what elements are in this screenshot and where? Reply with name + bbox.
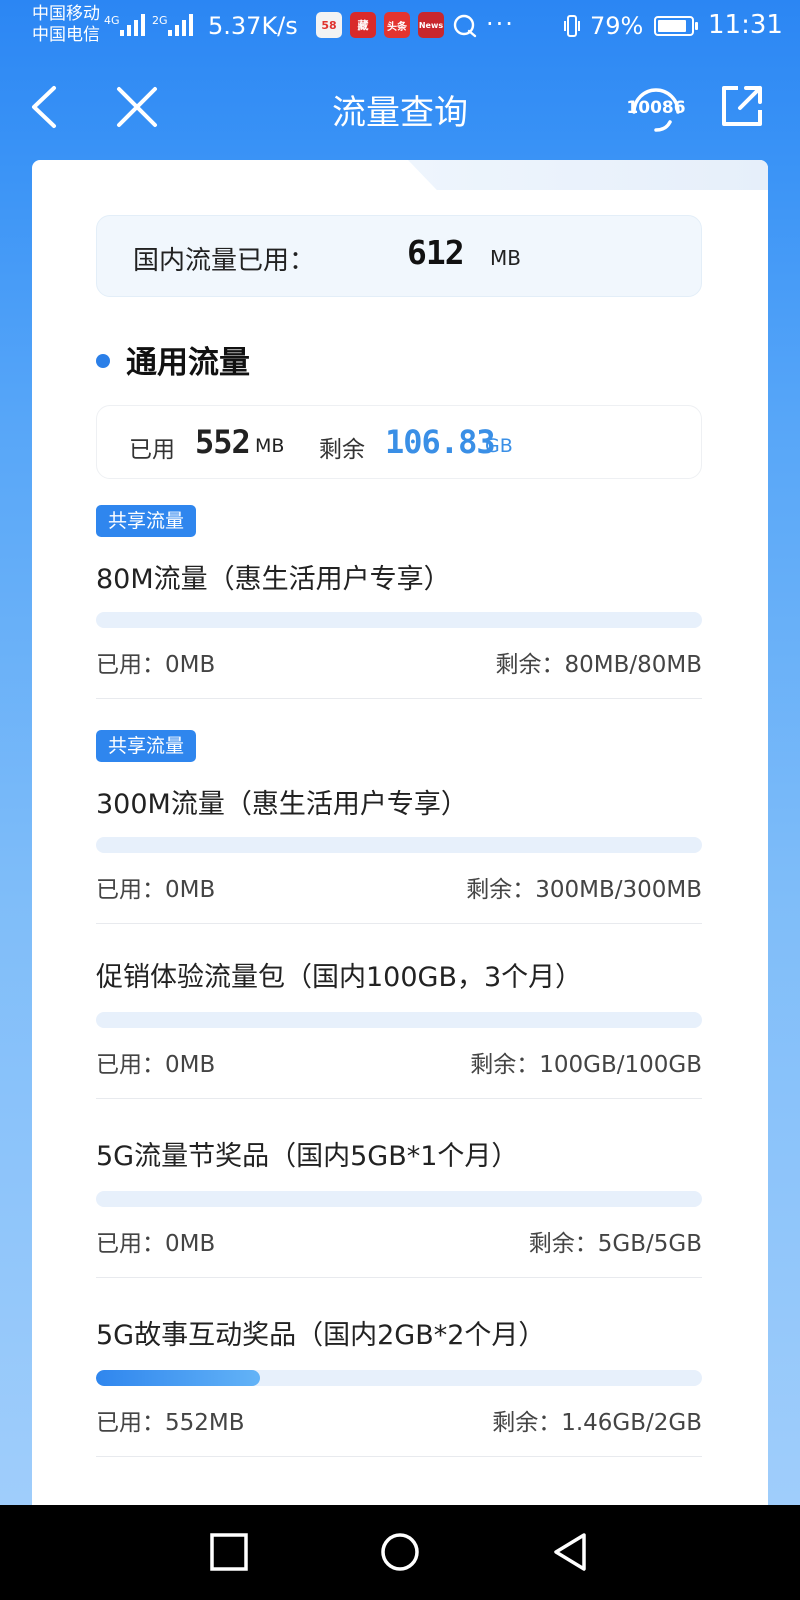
carrier-1: 中国移动 [32,4,100,24]
clock: 11:31 [708,10,783,40]
carrier-2: 中国电信 [32,25,100,45]
domestic-usage-label: 国内流量已用： [133,246,316,276]
card-tab-decoration [408,160,768,190]
service-number: 10086 [626,98,686,118]
used-label: 已用 [129,437,175,463]
package-remaining: 剩余：1.46GB/2GB [492,1410,702,1436]
package-remaining: 剩余：300MB/300MB [466,877,702,903]
package-used: 已用：552MB [96,1410,245,1436]
system-nav-bar [0,1505,800,1600]
domestic-usage-unit: MB [490,246,521,270]
package-remaining: 剩余：5GB/5GB [528,1231,702,1257]
signal-bars-2-icon [168,14,193,36]
share-icon[interactable] [716,82,766,132]
divider [96,923,702,924]
app-cang-icon: 藏 [350,12,376,38]
battery-icon [654,16,698,36]
network-type-2: 2G [152,14,168,27]
package-used: 已用：0MB [96,877,216,903]
package-item: 5G流量节奖品（国内5GB*1个月） 已用：0MB 剩余：5GB/5GB [96,1134,702,1284]
home-icon[interactable] [377,1529,423,1575]
package-used: 已用：0MB [96,1052,216,1078]
used-unit: MB [255,435,285,457]
remaining-value: 106.83 [385,423,496,461]
package-name: 促销体验流量包（国内100GB，3个月） [96,962,583,993]
signal-bars-1-icon [120,14,145,36]
divider [96,1456,702,1457]
screen: 中国移动 中国电信 4G 2G 5.37K/s 58 藏 头条 News ···… [0,0,800,1600]
status-bar: 中国移动 中国电信 4G 2G 5.37K/s 58 藏 头条 News ···… [0,0,800,56]
section-dot [96,354,110,368]
app-news-icon: News [418,12,444,38]
package-item: 5G故事互动奖品（国内2GB*2个月） 已用：552MB 剩余：1.46GB/2… [96,1313,702,1463]
section-title: 通用流量 [126,345,250,381]
package-remaining: 剩余：80MB/80MB [495,652,702,678]
package-used: 已用：0MB [96,1231,216,1257]
network-type-1: 4G [104,14,120,27]
package-used: 已用：0MB [96,652,216,678]
app-58-icon: 58 [316,12,342,38]
package-name: 5G故事互动奖品（国内2GB*2个月） [96,1320,546,1351]
nav-bar: 流量查询 10086 [0,60,800,156]
data-usage-card: 国内流量已用： 612 MB 通用流量 已用 552 MB 剩余 106.83 … [32,160,768,1505]
vibrate-icon [564,15,580,37]
usage-progress-track [96,1191,702,1207]
chat-bubble-icon [453,14,477,38]
carrier-names: 中国移动 中国电信 [32,4,100,46]
package-name: 300M流量（惠生活用户专享） [96,789,468,820]
divider [96,698,702,699]
general-summary-box: 已用 552 MB 剩余 106.83 GB [96,405,702,479]
package-item: 促销体验流量包（国内100GB，3个月） 已用：0MB 剩余：100GB/100… [96,955,702,1105]
battery-percent: 79% [590,12,644,40]
domestic-usage-value: 612 [407,233,465,272]
usage-progress-track [96,1370,702,1386]
recent-apps-icon[interactable] [206,1529,252,1575]
app-toutiao-icon: 头条 [384,12,410,38]
remaining-label: 剩余 [319,437,365,463]
shared-badge: 共享流量 [96,730,197,762]
divider [96,1098,702,1099]
package-item: 共享流量 80M流量（惠生活用户专享） 已用：0MB 剩余：80MB/80MB [96,505,702,701]
usage-progress-track [96,612,702,628]
domestic-usage-box: 国内流量已用： 612 MB [96,215,702,297]
package-name: 5G流量节奖品（国内5GB*1个月） [96,1141,519,1172]
usage-progress-track [96,837,702,853]
remaining-unit: GB [485,435,513,457]
network-speed: 5.37K/s [208,12,298,40]
package-remaining: 剩余：100GB/100GB [470,1052,702,1078]
package-name: 80M流量（惠生活用户专享） [96,564,451,595]
divider [96,1277,702,1278]
used-value: 552 [195,423,251,461]
customer-service-10086-button[interactable]: 10086 [624,78,688,138]
package-item: 共享流量 300M流量（惠生活用户专享） 已用：0MB 剩余：300MB/300… [96,730,702,926]
shared-badge: 共享流量 [96,505,197,537]
usage-progress-track [96,1012,702,1028]
system-back-icon[interactable] [548,1529,594,1575]
usage-progress-fill [96,1370,260,1386]
more-notifications-icon: ··· [486,10,515,38]
